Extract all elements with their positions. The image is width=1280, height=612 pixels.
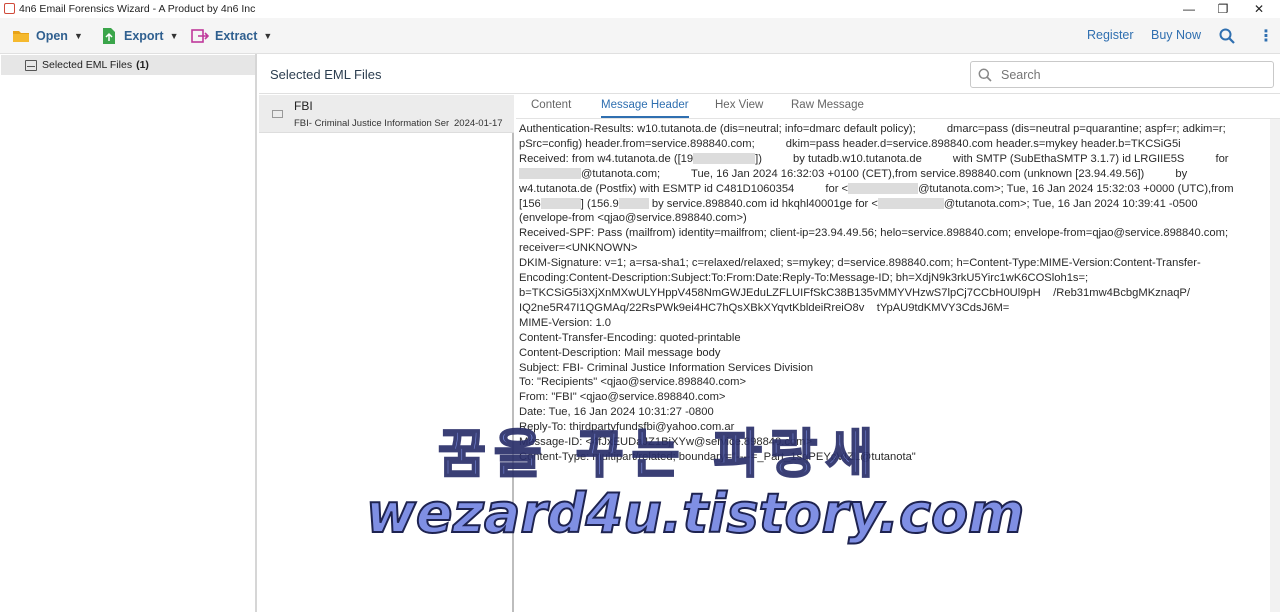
content-header: Selected EML Files: [259, 54, 1280, 94]
chevron-down-icon: ▼: [263, 31, 273, 41]
header-line: Content-Transfer-Encoding: quoted-printa…: [519, 331, 741, 344]
tab-hex-view[interactable]: Hex View: [715, 99, 763, 118]
export-file-icon: [103, 28, 115, 44]
redaction-block: [693, 153, 756, 165]
redaction-block: [877, 198, 944, 210]
search-icon: [978, 68, 992, 82]
export-button[interactable]: Export ▼: [100, 26, 179, 46]
more-options-icon[interactable]: ⋮: [1258, 26, 1274, 46]
left-sidebar: Selected EML Files (1): [0, 54, 257, 612]
tab-raw-message[interactable]: Raw Message: [791, 99, 864, 118]
folder-icon: [13, 31, 29, 42]
header-line: IQ2ne5R47I1QGMAq/22RsPWk9ei4HC7hQsXBkXYq…: [519, 301, 1010, 314]
header-line: @tutanota.com; Tue, 16 Jan 2024 16:32:03…: [519, 167, 1271, 182]
header-line: Received-SPF: Pass (mailfrom) identity=m…: [519, 227, 1229, 240]
header-line: pSrc=config) header.from=service.898840.…: [519, 137, 1181, 150]
sidebar-item-selected-eml-files[interactable]: Selected EML Files (1): [1, 55, 255, 75]
tab-content[interactable]: Content: [531, 99, 571, 118]
header-text: [156: [519, 197, 541, 210]
search-input[interactable]: [1001, 66, 1261, 84]
watermark-url: wezard4u.tistory.com: [365, 481, 1025, 546]
header-text: @tutanota.com>; Tue, 16 Jan 2024 10:39:4…: [943, 197, 1198, 210]
header-line: receiver=<UNKNOWN>: [519, 242, 638, 255]
header-text: w4.tutanota.de (Postfix) with ESMTP id C…: [519, 182, 849, 195]
header-line: Encoding:Content-Description:Subject:To:…: [519, 272, 1089, 285]
tab-message-header[interactable]: Message Header: [601, 99, 689, 118]
buy-now-link[interactable]: Buy Now: [1151, 28, 1201, 42]
chevron-down-icon: ▼: [73, 31, 83, 41]
header-text: ] (156.9: [580, 197, 619, 210]
header-line: Authentication-Results: w10.tutanota.de …: [519, 123, 1226, 135]
eml-files-icon: [25, 59, 37, 71]
header-line: [156 ] (156.9 by service.898840.com id hk…: [519, 197, 1271, 212]
email-date: 2024-01-17: [454, 118, 503, 129]
redaction-block: [848, 183, 919, 195]
header-line: b=TKCSiG5i3XjXnMXwULYHppV458NmGWJEduLZFL…: [519, 286, 1190, 299]
header-line: From: "FBI" <qjao@service.898840.com>: [519, 391, 726, 404]
extract-icon: [191, 29, 209, 43]
header-text: by service.898840.com id hkqhl40001ge fo…: [651, 197, 878, 210]
email-from: FBI: [294, 99, 313, 113]
extract-button[interactable]: Extract ▼: [191, 26, 272, 46]
envelope-icon: [272, 110, 283, 118]
header-line: (envelope-from <qjao@service.898840.com>…: [519, 212, 747, 225]
chevron-down-icon: ▼: [169, 31, 179, 41]
header-line: To: "Recipients" <qjao@service.898840.co…: [519, 376, 747, 389]
header-line: DKIM-Signature: v=1; a=rsa-sha1; c=relax…: [519, 257, 1201, 270]
minimize-button[interactable]: —: [1172, 0, 1206, 18]
export-label: Export: [124, 29, 164, 43]
extract-label: Extract: [215, 29, 258, 43]
sidebar-item-label: Selected EML Files: [42, 59, 133, 71]
restore-button[interactable]: ❐: [1206, 0, 1240, 18]
header-text: @tutanota.com; Tue, 16 Jan 2024 16:32:03…: [581, 167, 1188, 180]
register-link[interactable]: Register: [1087, 28, 1134, 42]
list-item[interactable]: FBI FBI- Criminal Justice Information Se…: [259, 95, 514, 133]
tab-bar: Content Message Header Hex View Raw Mess…: [516, 95, 1280, 119]
watermark-korean: 꿈을 꾸는 파랑새: [437, 424, 882, 486]
header-text: ]) by tutadb.w10.tutanota.de with SMTP (…: [755, 152, 1229, 165]
header-line: Subject: FBI- Criminal Justice Informati…: [519, 361, 814, 374]
window-title: 4n6 Email Forensics Wizard - A Product b…: [19, 3, 256, 15]
search-box[interactable]: [970, 61, 1274, 88]
header-line: w4.tutanota.de (Postfix) with ESMTP id C…: [519, 182, 1271, 197]
open-button[interactable]: Open ▼: [12, 26, 83, 46]
redaction-block: [618, 198, 649, 210]
email-subject: FBI- Criminal Justice Information Servic…: [294, 118, 449, 129]
search-icon[interactable]: [1219, 28, 1235, 44]
header-text: @tutanota.com>; Tue, 16 Jan 2024 15:32:0…: [918, 182, 1234, 195]
sidebar-item-count: (1): [136, 59, 149, 71]
toolbar: Open ▼ Export ▼ Extract ▼ Register Buy N…: [0, 18, 1280, 54]
header-line: Received: from w4.tutanota.de ([19 ]) by …: [519, 152, 1271, 167]
vertical-scrollbar[interactable]: [1270, 119, 1280, 612]
redaction-block: [540, 198, 581, 210]
open-label: Open: [36, 29, 68, 43]
header-text: Received: from w4.tutanota.de ([19: [519, 152, 694, 165]
title-bar: 4n6 Email Forensics Wizard - A Product b…: [0, 0, 1280, 18]
header-line: Content-Description: Mail message body: [519, 346, 721, 359]
page-title: Selected EML Files: [270, 67, 382, 82]
app-logo-icon: [4, 3, 15, 14]
redaction-block: [519, 168, 581, 180]
close-button[interactable]: ✕: [1242, 0, 1276, 18]
header-line: MIME-Version: 1.0: [519, 316, 612, 329]
